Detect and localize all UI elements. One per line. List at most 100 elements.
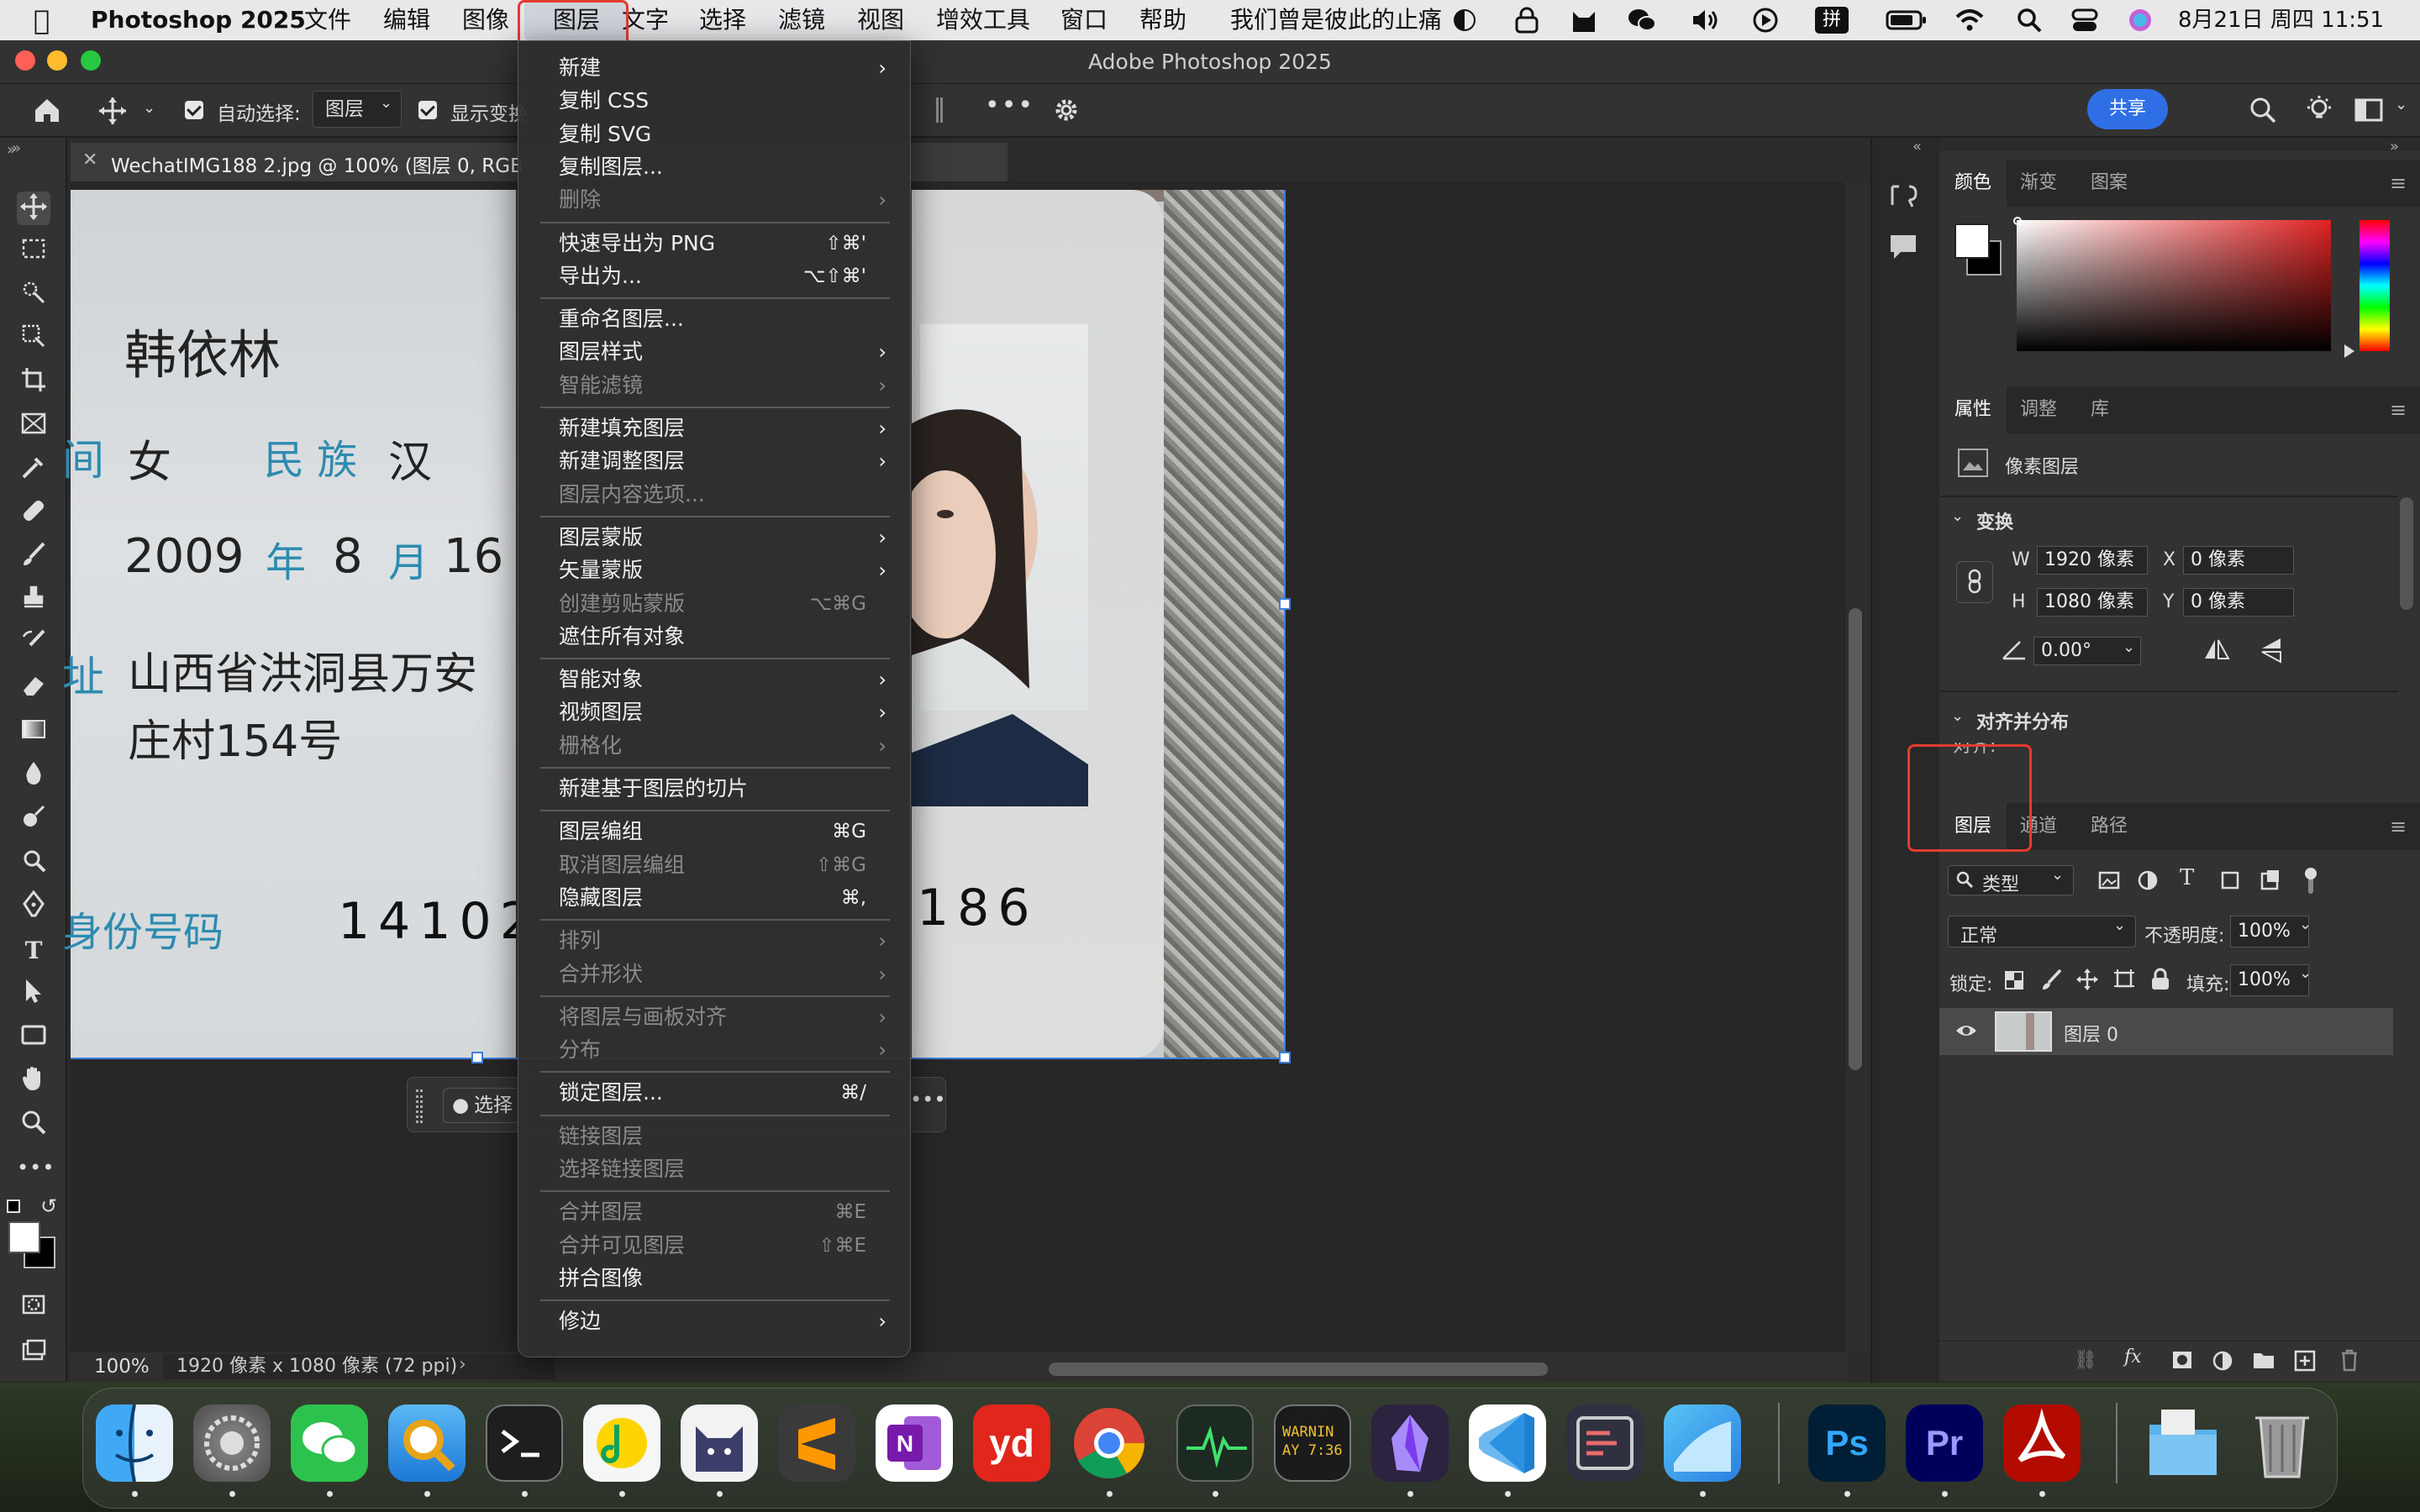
menu-item[interactable]: 图层编组 ⌘G [518, 816, 910, 847]
menu-item[interactable]: 新建填充图层 › [518, 413, 910, 444]
dock-cat-app-icon[interactable] [681, 1404, 758, 1482]
layer-filter-dropdown[interactable]: 类型 ⌄ [1948, 865, 2074, 895]
lock-icon[interactable] [1512, 7, 1541, 34]
hand-tool-icon[interactable] [17, 1065, 50, 1099]
menu-item[interactable]: 隐藏图层 ⌘, [518, 883, 910, 913]
search-icon[interactable] [2249, 96, 2277, 128]
path-pen-tool-icon[interactable] [17, 890, 50, 924]
filter-type-icon[interactable]: T [2180, 865, 2194, 890]
dock-wechat-icon[interactable] [291, 1404, 368, 1482]
blend-mode-dropdown[interactable]: 正常 ⌄ [1948, 916, 2136, 948]
transform-handle[interactable] [1279, 1052, 1291, 1063]
input-method-indicator[interactable]: 拼 [1815, 7, 1849, 34]
zoom-tool-icon[interactable] [17, 1109, 50, 1142]
vertical-scrollbar[interactable] [1845, 181, 1870, 1352]
panel-menu-icon[interactable]: ≡ [2390, 386, 2407, 433]
menu-item[interactable]: 快速导出为 PNG ⇧⌘' [518, 228, 910, 259]
wechat-icon[interactable] [1627, 7, 1656, 34]
home-icon[interactable] [32, 96, 62, 128]
menu-item[interactable]: 新建调整图层 › [518, 446, 910, 476]
lock-all-icon[interactable] [2149, 968, 2171, 996]
menu-plugins[interactable]: 增效工具 [936, 0, 1030, 40]
chevron-down-icon[interactable]: ⌄ [1951, 507, 1964, 525]
height-field[interactable]: 1080 像素 [2037, 588, 2148, 617]
scroll-thumb[interactable] [1849, 608, 1862, 1070]
dock-trash-icon[interactable] [2244, 1404, 2321, 1482]
menu-item[interactable]: 拼合图像 [518, 1263, 910, 1294]
control-center-icon[interactable] [2070, 7, 2099, 34]
tab-adjustments[interactable]: 调整 [2020, 386, 2057, 433]
link-dimensions-button[interactable] [1956, 561, 1993, 603]
move-tool-icon[interactable] [17, 192, 50, 225]
color-picker-handle[interactable] [2013, 217, 2022, 225]
more-tools-icon[interactable]: ••• [17, 1151, 54, 1184]
filter-toggle-icon[interactable] [2302, 867, 2319, 900]
horizontal-scroll-thumb[interactable] [1049, 1362, 1548, 1376]
foreground-color-swatch[interactable] [8, 1221, 40, 1253]
filter-adjustment-icon[interactable] [2136, 869, 2160, 897]
dock-qqmusic-icon[interactable] [583, 1404, 660, 1482]
dodge-tool-icon[interactable] [17, 803, 50, 837]
wifi-icon[interactable] [1954, 7, 1984, 34]
filter-shape-icon[interactable] [2218, 869, 2242, 897]
delete-layer-icon[interactable] [2339, 1348, 2360, 1377]
chevron-down-icon[interactable]: ⌄ [2299, 916, 2312, 933]
filter-smart-object-icon[interactable] [2259, 869, 2282, 897]
tab-color[interactable]: 颜色 [1939, 160, 2007, 207]
zoom-level[interactable]: 100% [94, 1356, 150, 1378]
foreground-color-swatch[interactable] [1954, 223, 1990, 259]
dock-preview-icon[interactable] [388, 1404, 466, 1482]
fx-icon[interactable]: fx [2124, 1347, 2142, 1368]
menu-type[interactable]: 文字 [622, 0, 669, 40]
move-tool-options-icon[interactable] [97, 96, 128, 129]
healing-brush-tool-icon[interactable] [17, 497, 50, 531]
new-group-icon[interactable] [2252, 1350, 2275, 1375]
screen-mode-icon[interactable] [17, 1337, 50, 1371]
width-field[interactable]: 1920 像素 [2037, 546, 2148, 575]
pen-tool-icon[interactable] [17, 847, 50, 880]
fill-field[interactable]: 100% [2230, 964, 2309, 996]
siri-icon[interactable] [2126, 7, 2154, 34]
object-selection-tool-icon[interactable] [17, 279, 50, 312]
tab-properties[interactable]: 属性 [1939, 386, 2007, 433]
align-heading[interactable]: 对齐并分布 [1976, 707, 2069, 734]
menu-item[interactable]: 矢量蒙版 › [518, 555, 910, 585]
dock-downloads-folder-icon[interactable] [2144, 1404, 2222, 1482]
lock-position-icon[interactable] [2075, 968, 2099, 996]
dock-terminal-icon[interactable] [486, 1404, 563, 1482]
menu-item[interactable]: 锁定图层... ⌘/ [518, 1078, 910, 1108]
gradient-tool-icon[interactable] [17, 716, 50, 749]
menu-item[interactable]: 复制图层... [518, 152, 910, 182]
frame-tool-icon[interactable] [17, 410, 50, 444]
type-tool-icon[interactable]: T [17, 934, 50, 968]
document-info[interactable]: 1920 像素 x 1080 像素 (72 ppi) [163, 1354, 555, 1379]
menu-item[interactable]: 图层蒙版 › [518, 522, 910, 553]
clock[interactable]: 8月21日 周四 11:51 [2178, 0, 2384, 40]
select-subject-button[interactable]: ● 选择 [443, 1088, 523, 1123]
chevron-right-icon[interactable]: › [459, 1354, 466, 1375]
more-options-icon[interactable]: ••• [910, 1088, 945, 1111]
menu-item[interactable]: 导出为... ⌥⇧⌘' [518, 261, 910, 291]
auto-select-checkbox[interactable] [185, 101, 203, 119]
menu-edit[interactable]: 编辑 [383, 0, 430, 40]
dock-code-editor-icon[interactable] [1566, 1404, 1644, 1482]
menu-item[interactable]: 新建 › [518, 53, 910, 83]
add-mask-icon[interactable] [2171, 1350, 2193, 1375]
collapse-icon[interactable]: « [1912, 138, 1922, 155]
menu-item[interactable]: 遮住所有对象 [518, 622, 910, 652]
lock-transparent-icon[interactable] [2003, 969, 2025, 996]
lock-artboard-icon[interactable] [2112, 968, 2136, 996]
chevron-down-icon[interactable]: ⌄ [1951, 707, 1964, 725]
y-field[interactable]: 0 像素 [2183, 588, 2294, 617]
color-field[interactable] [2017, 220, 2331, 351]
eraser-tool-icon[interactable] [17, 672, 50, 706]
menu-item[interactable]: 重命名图层... [518, 304, 910, 334]
menu-select[interactable]: 选择 [699, 0, 746, 40]
dock-preview-app-icon[interactable] [1664, 1404, 1741, 1482]
stamp-tool-icon[interactable] [17, 585, 50, 618]
path-selection-tool-icon[interactable] [17, 978, 50, 1011]
layer-name[interactable]: 图层 0 [2064, 1020, 2118, 1047]
discover-light-icon[interactable] [2304, 94, 2334, 128]
dock-finder-icon[interactable] [96, 1404, 173, 1483]
tab-pattern[interactable]: 图案 [2091, 160, 2128, 207]
